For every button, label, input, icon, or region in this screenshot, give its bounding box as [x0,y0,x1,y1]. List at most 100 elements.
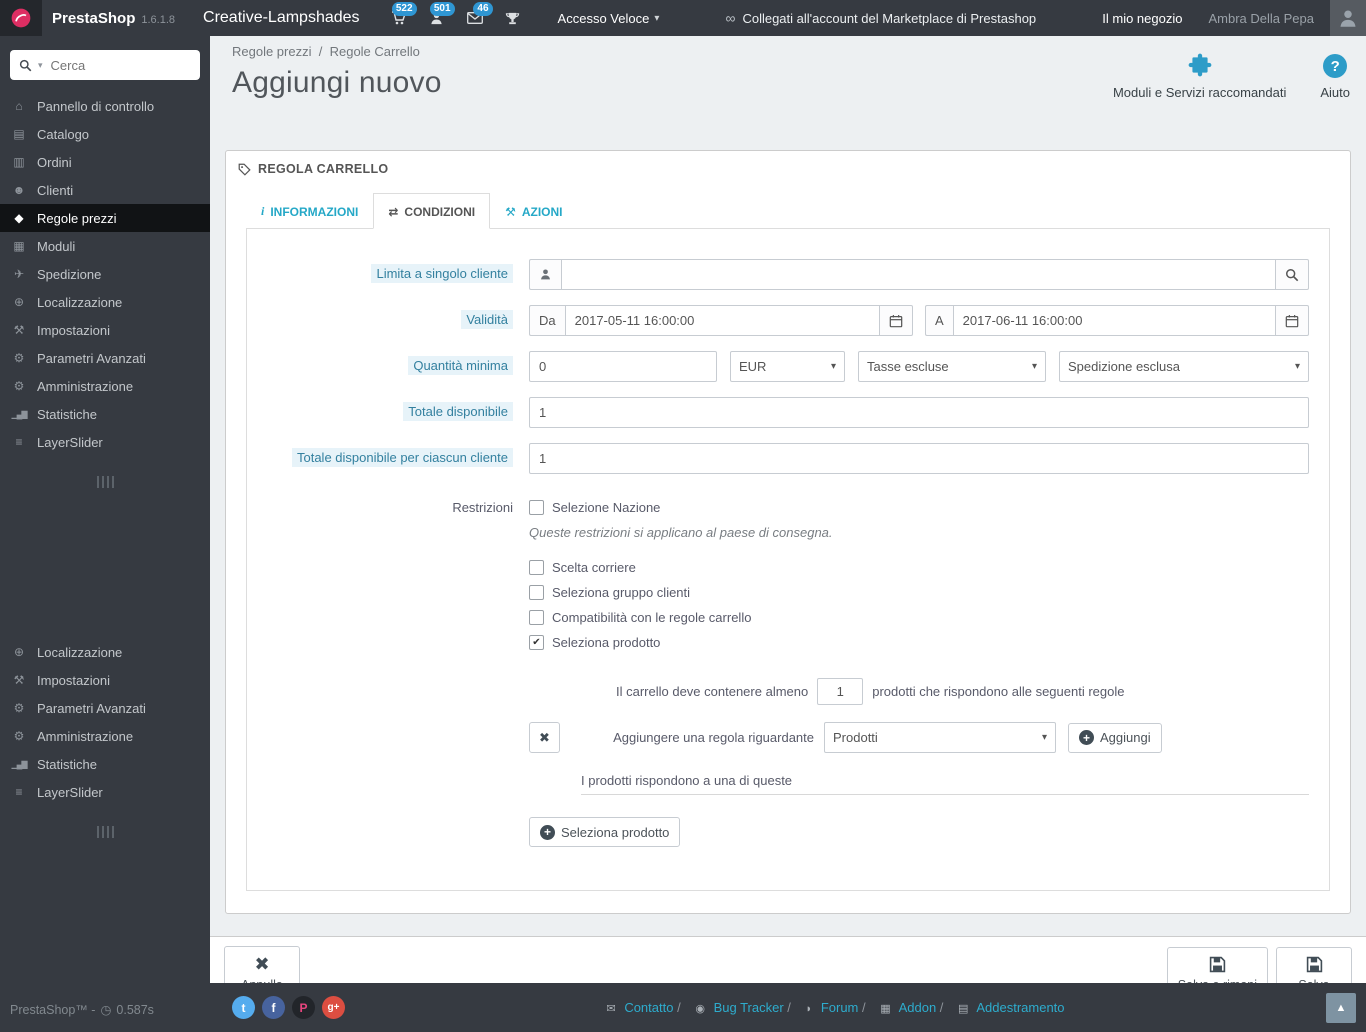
chat-icon: ◗ [805,1003,813,1015]
sidebar-item-administration[interactable]: ⚙ Amministrazione [0,372,210,400]
footer-link-forum[interactable]: Forum [821,1000,859,1015]
date-from-calendar-button[interactable] [880,305,913,336]
sidebar-item-dashboard[interactable]: ⌂ Pannello di controllo [0,92,210,120]
sidebar-footer: PrestaShop™ - ◷ 0.587s [0,1002,210,1032]
select-product-button[interactable]: + Seleziona prodotto [529,817,681,847]
quick-access-menu[interactable]: Accesso Veloce ▾ [558,11,660,26]
search-scope-caret[interactable]: ▾ [38,60,43,71]
sidebar-item-localization[interactable]: ⊕ Localizzazione [0,288,210,316]
checkbox-carrier-restriction[interactable]: Scelta corriere [529,560,1309,575]
total-available-input[interactable] [529,397,1309,428]
sidebar-item-preferences-2[interactable]: ⚒ Impostazioni [0,666,210,694]
marketplace-link[interactable]: ∞ Collegati all'account del Marketplace … [725,10,1036,26]
footer-link-bug-tracker[interactable]: Bug Tracker [714,1000,784,1015]
select-product-label: Seleziona prodotto [561,824,670,840]
messages-notifications-button[interactable]: 46 [456,0,494,36]
customer-search-button[interactable] [1276,259,1309,290]
checkbox-label: Selezione Nazione [552,500,661,515]
min-quantity-input[interactable] [529,351,717,382]
tab-condizioni[interactable]: ⇄ CONDIZIONI [373,193,491,229]
trophy-icon [505,12,520,24]
main-content: Regole prezzi / Regole Carrello Aggiungi… [210,36,1366,1032]
date-to-input[interactable] [952,305,1276,336]
sidebar-item-shipping[interactable]: ✈ Spedizione [0,260,210,288]
limit-customer-input[interactable] [561,259,1276,290]
sidebar-item-administration-2[interactable]: ⚙ Amministrazione [0,722,210,750]
save-button[interactable]: Salva [1276,946,1352,983]
customers-badge: 501 [429,2,455,16]
twitter-icon[interactable]: t [232,996,255,1019]
cancel-button[interactable]: ✖ Annulla [224,946,300,983]
sidebar-item-preferences[interactable]: ⚒ Impostazioni [0,316,210,344]
tab-informazioni[interactable]: i INFORMAZIONI [246,193,373,229]
footer-link-training[interactable]: Addestramento [976,1000,1064,1015]
checkbox-group-restriction[interactable]: Seleziona gruppo clienti [529,585,1309,600]
search-icon [19,59,32,72]
recommended-modules-button[interactable]: Moduli e Servizi raccomandati [1113,52,1286,100]
checkbox-label: Seleziona prodotto [552,635,661,650]
footer-link-addon[interactable]: Addon [899,1000,937,1015]
shop-name-link[interactable]: Creative-Lampshades [203,9,360,27]
sidebar-item-label: Amministrazione [37,378,134,394]
checkbox-product-selection[interactable]: ✔ Seleziona prodotto [529,635,1309,650]
brand: Presta Shop 1.6.1.8 [52,10,175,27]
orders-notifications-button[interactable]: 522 [380,0,418,36]
sidebar-collapse-handle[interactable] [0,476,210,488]
bar-chart-icon: ▁▄▇ [11,759,28,769]
footer-link-contact[interactable]: Contatto [624,1000,673,1015]
sidebar-item-layerslider-2[interactable]: ≡ LayerSlider [0,778,210,806]
puzzle-icon [1187,52,1213,78]
sidebar-item-advanced-parameters-2[interactable]: ⚙ Parametri Avanzati [0,694,210,722]
sidebar-item-price-rules[interactable]: ◆ Regole prezzi [0,204,210,232]
currency-select[interactable]: EUR [730,351,845,382]
add-rule-label: Aggiungi [1100,730,1151,745]
cart-min-products-input[interactable] [817,678,864,705]
check-icon: ✔ [532,636,541,648]
sidebar-item-customers[interactable]: ☻ Clienti [0,176,210,204]
user-menu[interactable]: Ambra Della Pepa [1208,11,1314,26]
search-icon [1286,268,1299,281]
remove-rule-group-button[interactable]: ✖ [529,722,560,753]
sidebar-item-advanced-parameters[interactable]: ⚙ Parametri Avanzati [0,344,210,372]
avatar[interactable] [1329,0,1366,36]
date-to-calendar-button[interactable] [1276,305,1309,336]
tag-icon [238,163,251,176]
restrictions-label: Restrizioni [452,500,513,515]
search-input[interactable] [48,56,191,74]
achievements-button[interactable] [494,0,532,36]
customers-notifications-button[interactable]: 501 [418,0,456,36]
add-rule-button[interactable]: + Aggiungi [1068,722,1162,753]
help-button[interactable]: ? Aiuto [1320,54,1350,100]
my-shop-link[interactable]: Il mio negozio [1102,11,1182,26]
sidebar-item-layerslider[interactable]: ≡ LayerSlider [0,428,210,456]
sidebar-item-orders[interactable]: ▥ Ordini [0,148,210,176]
sidebar-collapse-handle[interactable] [0,826,210,838]
sidebar-item-localization-2[interactable]: ⊕ Localizzazione [0,638,210,666]
sidebar-item-stats[interactable]: ▁▄▇ Statistiche [0,400,210,428]
prestashop-logo[interactable] [0,0,42,36]
checkbox-label: Scelta corriere [552,560,636,575]
checkbox-country-restriction[interactable]: Selezione Nazione [529,500,1309,515]
gears-icon: ⚙ [13,351,25,365]
total-per-customer-input[interactable] [529,443,1309,474]
sidebar-item-label: Catalogo [37,126,90,142]
sidebar-item-catalog[interactable]: ▤ Catalogo [0,120,210,148]
googleplus-icon[interactable]: g+ [322,996,345,1019]
date-from-input[interactable] [564,305,880,336]
breadcrumb-cart-rules[interactable]: Regole Carrello [330,44,420,59]
breadcrumb-price-rules[interactable]: Regole prezzi [232,44,312,59]
tax-select[interactable]: Tasse escluse [858,351,1046,382]
topbar: Presta Shop 1.6.1.8 Creative-Lampshades … [0,0,1366,36]
prestashop-social-icon[interactable]: P [292,996,315,1019]
rule-type-select[interactable]: Prodotti [824,722,1056,753]
shipping-select[interactable]: Spedizione esclusa [1059,351,1309,382]
tab-azioni[interactable]: ⚒ AZIONI [490,193,577,229]
checkbox-label: Seleziona gruppo clienti [552,585,691,600]
save-and-stay-button[interactable]: Salva e rimani [1166,946,1268,983]
sidebar-item-label: Statistiche [37,406,97,422]
facebook-icon[interactable]: f [262,996,285,1019]
sidebar-item-stats-2[interactable]: ▁▄▇ Statistiche [0,750,210,778]
checkbox-cart-rule-compatibility[interactable]: Compatibilità con le regole carrello [529,610,1309,625]
scroll-to-top-button[interactable]: ▲ [1326,992,1356,1023]
sidebar-item-modules[interactable]: ▦ Moduli [0,232,210,260]
